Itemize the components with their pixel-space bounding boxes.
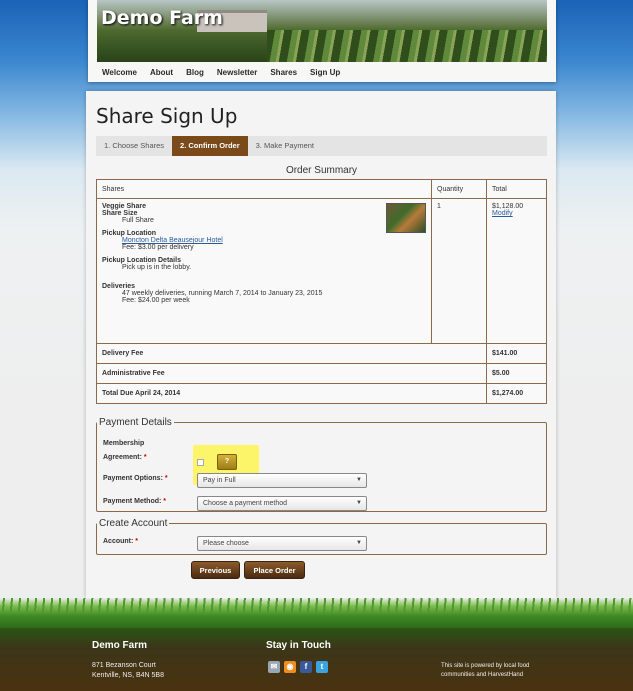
twitter-icon[interactable]: t <box>316 661 328 673</box>
rss-icon[interactable]: ◉ <box>284 661 296 673</box>
footer-farm-title: Demo Farm <box>92 640 148 651</box>
payment-method-value: Choose a payment method <box>203 500 288 507</box>
page-title: Share Sign Up <box>96 104 238 128</box>
order-summary-table: Shares Quantity Total Veggie Share Share… <box>96 179 547 404</box>
payment-method-label: Payment Method: * <box>103 498 166 505</box>
nav-shares[interactable]: Shares <box>270 68 297 77</box>
pickup-location-link[interactable]: Moncton Delta Beausejour Hotel <box>122 237 223 244</box>
step-confirm-order: 2. Confirm Order <box>172 136 248 156</box>
membership-label: Agreement: * <box>103 454 147 461</box>
col-total: Total <box>486 179 547 199</box>
pickup-fee: Fee: $3.00 per delivery <box>122 244 194 251</box>
item-total: $1,128.00 <box>492 203 524 210</box>
share-name: Veggie Share <box>102 203 146 210</box>
total-due-row: Total Due April 24, 2014 $1,274.00 <box>96 383 547 404</box>
account-value: Please choose <box>203 540 249 547</box>
deliveries-fee: Fee: $24.00 per week <box>122 297 190 304</box>
payment-options-value: Pay in Full <box>203 477 236 484</box>
quantity-cell: 1 <box>431 198 487 344</box>
membership-label-line-2: Agreement: <box>103 454 142 461</box>
footer-address-line-2: Kentville, NS, B4N 5B8 <box>92 672 164 679</box>
main-nav: Welcome About Blog Newsletter Shares Sig… <box>102 68 353 77</box>
table-header-row: Shares Quantity Total <box>96 179 547 199</box>
deliveries-value: 47 weekly deliveries, running March 7, 2… <box>122 290 323 297</box>
modify-link[interactable]: Modify <box>492 210 541 217</box>
share-details-cell: Veggie Share Share Size Full Share Picku… <box>96 198 432 344</box>
place-order-button[interactable]: Place Order <box>244 561 305 579</box>
deliveries-label: Deliveries <box>102 283 136 290</box>
pickup-details-value: Pick up is in the lobby. <box>122 264 192 271</box>
nav-sign-up[interactable]: Sign Up <box>310 68 340 77</box>
footer-powered-line-2: communities and HarvestHand <box>441 672 524 678</box>
create-account-legend: Create Account <box>99 518 168 529</box>
total-cell: $1,128.00 Modify <box>486 198 547 344</box>
chevron-down-icon: ▼ <box>356 540 362 546</box>
step-make-payment: 3. Make Payment <box>255 141 314 150</box>
payment-details-section: Payment Details Membership Agreement: * … <box>96 417 547 512</box>
share-size-label: Share Size <box>102 210 138 217</box>
nav-welcome[interactable]: Welcome <box>102 68 137 77</box>
site-footer: Demo Farm 871 Bezanson Court Kentville, … <box>0 628 633 691</box>
required-marker: * <box>163 498 167 505</box>
payment-options-label: Payment Options: * <box>103 475 168 482</box>
header-banner: Demo Farm <box>97 0 547 62</box>
main-content: Share Sign Up 1. Choose Shares 2. Confir… <box>86 91 556 598</box>
account-label: Account: * <box>103 538 138 545</box>
payment-details-legend: Payment Details <box>99 417 172 428</box>
nav-about[interactable]: About <box>150 68 173 77</box>
share-size-value: Full Share <box>122 217 154 224</box>
footer-address-line-1: 871 Bezanson Court <box>92 662 156 669</box>
total-due-label: Total Due April 24, 2014 <box>96 383 487 404</box>
delivery-fee-label: Delivery Fee <box>96 343 487 364</box>
site-title[interactable]: Demo Farm <box>101 7 223 29</box>
nav-blog[interactable]: Blog <box>186 68 204 77</box>
email-icon[interactable]: ✉ <box>268 661 280 673</box>
payment-options-label-text: Payment Options: <box>103 475 163 482</box>
order-summary-title: Order Summary <box>285 165 358 176</box>
facebook-icon[interactable]: f <box>300 661 312 673</box>
site-header: Demo Farm Welcome About Blog Newsletter … <box>88 0 556 82</box>
payment-method-select[interactable]: Choose a payment method ▼ <box>197 496 367 511</box>
previous-button[interactable]: Previous <box>191 561 240 579</box>
nav-newsletter[interactable]: Newsletter <box>217 68 257 77</box>
progress-steps: 1. Choose Shares 2. Confirm Order 3. Mak… <box>96 136 547 156</box>
banner-field-image <box>267 30 547 62</box>
total-due-value: $1,274.00 <box>486 383 547 404</box>
create-account-section: Create Account Account: * Please choose … <box>96 518 547 555</box>
grass-decoration <box>0 598 633 628</box>
payment-options-select[interactable]: Pay in Full ▼ <box>197 473 367 488</box>
delivery-fee-value: $141.00 <box>486 343 547 364</box>
share-thumbnail-image <box>386 203 426 233</box>
pickup-location-label: Pickup Location <box>102 230 157 237</box>
required-marker: * <box>164 475 168 482</box>
pickup-details-label: Pickup Location Details <box>102 257 181 264</box>
account-label-text: Account: <box>103 538 134 545</box>
required-marker: * <box>135 538 139 545</box>
membership-help-button[interactable]: ? <box>217 454 237 470</box>
membership-agreement-checkbox[interactable] <box>197 459 204 466</box>
admin-fee-value: $5.00 <box>486 363 547 384</box>
admin-fee-label: Administrative Fee <box>96 363 487 384</box>
col-shares: Shares <box>96 179 432 199</box>
col-quantity: Quantity <box>431 179 487 199</box>
membership-label-line-1: Membership <box>103 440 145 447</box>
admin-fee-row: Administrative Fee $5.00 <box>96 363 547 384</box>
delivery-fee-row: Delivery Fee $141.00 <box>96 343 547 364</box>
account-select[interactable]: Please choose ▼ <box>197 536 367 551</box>
chevron-down-icon: ▼ <box>356 477 362 483</box>
chevron-down-icon: ▼ <box>356 500 362 506</box>
step-choose-shares: 1. Choose Shares <box>104 141 165 150</box>
payment-method-label-text: Payment Method: <box>103 498 162 505</box>
table-row: Veggie Share Share Size Full Share Picku… <box>96 198 547 344</box>
footer-stay-in-touch-title: Stay in Touch <box>266 640 331 651</box>
required-marker: * <box>143 454 147 461</box>
footer-powered-line-1: This site is powered by local food <box>441 663 530 669</box>
